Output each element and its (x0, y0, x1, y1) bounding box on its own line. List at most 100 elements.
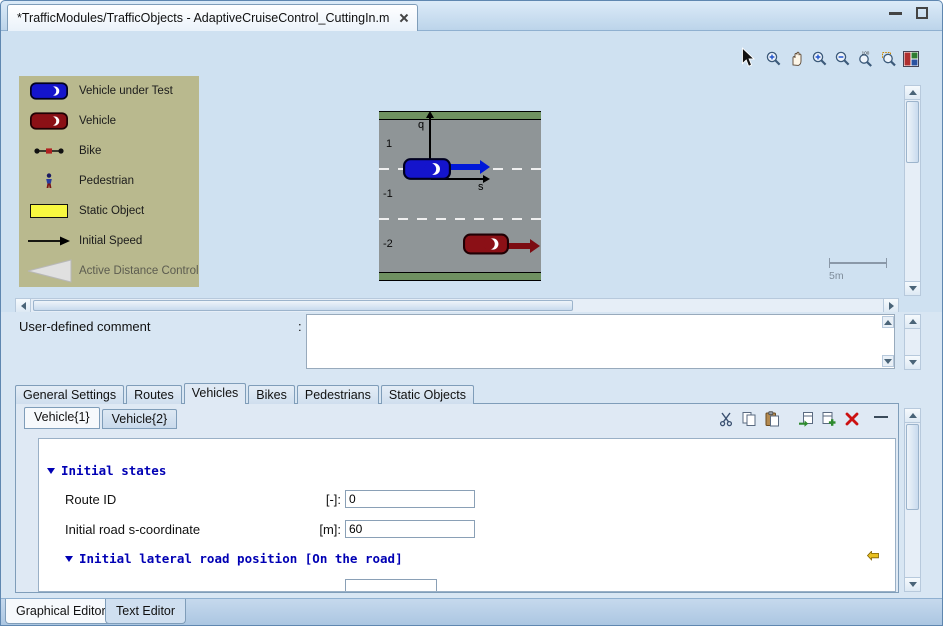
scale-label: 5m (829, 270, 844, 282)
initial-s-coordinate-input[interactable] (345, 520, 475, 538)
tab-pedestrians[interactable]: Pedestrians (296, 385, 379, 404)
lane-marking (379, 218, 541, 220)
legend-item: Bike (19, 136, 199, 166)
vehicle-under-test[interactable] (403, 157, 451, 184)
tab-general-settings[interactable]: General Settings (15, 385, 125, 404)
route-id-unit: [-]: (325, 492, 341, 507)
pan-hand-icon[interactable] (785, 48, 807, 69)
tab-vehicle-2[interactable]: Vehicle{2} (101, 409, 178, 429)
editor-mode-bar: Graphical Editor Text Editor (1, 598, 942, 625)
add-row-icon[interactable] (819, 410, 839, 428)
legend-label: Active Distance Control (79, 265, 199, 277)
paste-icon[interactable] (762, 410, 782, 428)
section-initial-states[interactable]: Initial states (47, 463, 166, 478)
tab-vehicles[interactable]: Vehicles (183, 383, 247, 404)
zoom-in-icon[interactable] (808, 48, 830, 69)
initial-speed-arrow-icon (19, 235, 79, 247)
vehicle-under-test-icon (19, 82, 79, 100)
zoom-100-icon[interactable]: 100 (854, 48, 876, 69)
tile-windows-icon[interactable] (900, 48, 922, 69)
comment-scroll-up-icon[interactable] (882, 316, 894, 328)
minimize-icon[interactable] (889, 12, 902, 15)
traffic-vehicle[interactable] (463, 232, 509, 259)
comment-label: User-defined comment (19, 319, 151, 334)
lateral-position-input-cutoff[interactable] (345, 579, 437, 591)
link-arrow-icon[interactable] (866, 549, 879, 564)
cut-icon[interactable] (716, 410, 736, 428)
comment-scroll-down-icon[interactable] (882, 355, 894, 367)
scroll-down-button[interactable] (905, 281, 920, 295)
section-title: Initial lateral road position [On the ro… (79, 551, 403, 566)
title-bar: *TrafficModules/TrafficObjects - Adaptiv… (1, 1, 942, 31)
comment-textarea[interactable] (306, 314, 895, 369)
lane-label: -2 (383, 238, 393, 250)
legend-item: Static Object (19, 196, 199, 226)
route-id-label: Route ID (65, 492, 117, 507)
window-controls (889, 7, 928, 19)
tab-routes[interactable]: Routes (126, 385, 182, 404)
legend-label: Vehicle under Test (79, 85, 173, 97)
tab-static-objects[interactable]: Static Objects (380, 385, 474, 404)
close-tab-icon[interactable] (398, 13, 408, 23)
bike-icon (19, 145, 79, 157)
scrollbar-thumb[interactable] (906, 424, 919, 510)
scroll-right-button[interactable] (883, 299, 898, 312)
object-category-tabs: General Settings Routes Vehicles Bikes P… (15, 383, 476, 404)
route-id-input[interactable] (345, 490, 475, 508)
comment-separator: : (298, 319, 302, 334)
legend-label: Static Object (79, 205, 145, 217)
import-row-icon[interactable] (796, 410, 816, 428)
active-distance-control-icon (19, 259, 79, 283)
mouse-cursor-icon (741, 47, 756, 71)
vut-speed-arrowhead (480, 160, 490, 174)
scroll-down-button[interactable] (905, 355, 920, 369)
legend-item: Vehicle under Test (19, 76, 199, 106)
section-lateral-position[interactable]: Initial lateral road position [On the ro… (65, 551, 403, 566)
q-axis-arrowhead (425, 111, 434, 118)
document-tab[interactable]: *TrafficModules/TrafficObjects - Adaptiv… (7, 4, 419, 31)
zoom-region-icon[interactable] (877, 48, 899, 69)
legend-item: Active Distance Control (19, 256, 199, 286)
collapse-triangle-icon (65, 555, 73, 562)
zoom-in-mode-icon[interactable] (762, 48, 784, 69)
scroll-left-button[interactable] (16, 299, 31, 312)
tab-bikes[interactable]: Bikes (248, 385, 295, 404)
s-axis-label: s (478, 181, 484, 193)
scroll-up-button[interactable] (905, 409, 920, 423)
zoom-out-icon[interactable] (831, 48, 853, 69)
scrollbar-thumb[interactable] (33, 300, 573, 311)
app-window: *TrafficModules/TrafficObjects - Adaptiv… (0, 0, 943, 626)
vehicle-edit-toolbar (716, 410, 862, 428)
collapse-triangle-icon (47, 467, 55, 474)
vehicles-panel: Vehicle{1} Vehicle{2} Initial states Rou… (15, 403, 899, 593)
tab-text-editor[interactable]: Text Editor (105, 599, 187, 624)
maximize-icon[interactable] (916, 7, 928, 19)
legend-item: Vehicle (19, 106, 199, 136)
road-view[interactable]: 1 -1 -2 q s (379, 111, 541, 281)
tab-vehicle-1[interactable]: Vehicle{1} (24, 407, 100, 429)
scrollbar-thumb[interactable] (906, 101, 919, 163)
scroll-up-button[interactable] (905, 315, 920, 329)
form-vertical-scrollbar (904, 408, 921, 592)
collapse-panel-icon[interactable] (874, 410, 888, 418)
initial-s-coordinate-unit: [m]: (319, 522, 341, 537)
scroll-up-button[interactable] (905, 86, 920, 100)
legend-label: Bike (79, 145, 102, 157)
initial-s-coordinate-label: Initial road s-coordinate (65, 522, 201, 537)
legend-label: Initial Speed (79, 235, 143, 247)
scroll-down-button[interactable] (905, 577, 920, 591)
tab-graphical-editor[interactable]: Graphical Editor (5, 599, 117, 624)
pedestrian-icon (19, 173, 79, 189)
lane-label: -1 (383, 188, 393, 200)
lane-label: 1 (386, 138, 393, 150)
copy-icon[interactable] (739, 410, 759, 428)
s-axis-arrowhead (483, 174, 490, 183)
vehicle-form: Initial states Route ID [-]: Initial roa… (38, 438, 896, 592)
q-axis-label: q (418, 119, 425, 131)
legend-panel: Vehicle under Test Vehicle Bike Pedestri… (19, 76, 199, 287)
legend-item: Pedestrian (19, 166, 199, 196)
delete-icon[interactable] (842, 410, 862, 428)
comment-vertical-scrollbar (904, 314, 921, 370)
canvas-horizontal-scrollbar (15, 298, 899, 313)
legend-label: Vehicle (79, 115, 117, 127)
